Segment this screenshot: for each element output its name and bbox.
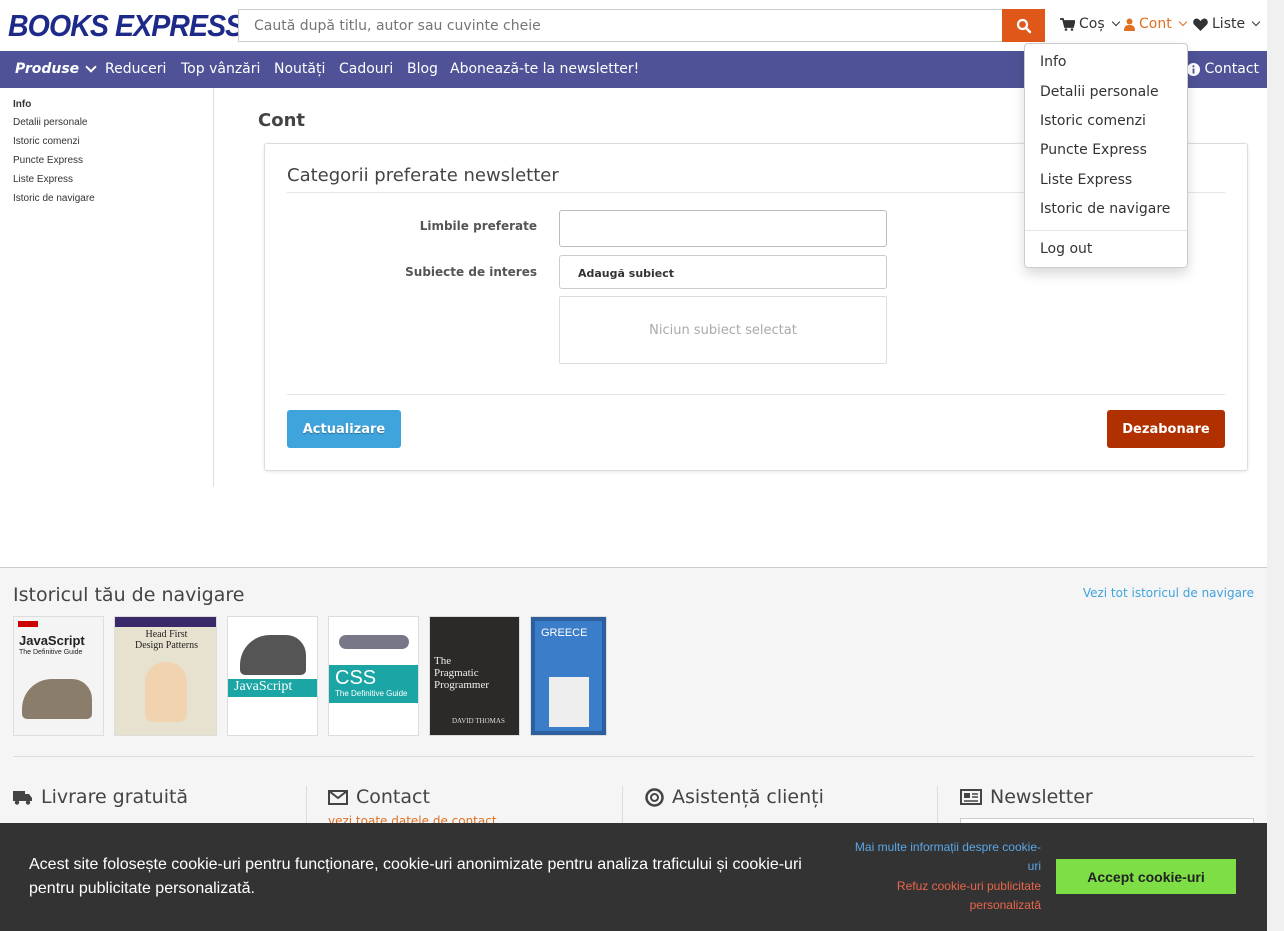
support-label: Asistență clienți (672, 786, 824, 808)
info-icon (1186, 62, 1200, 76)
book-cover-greece[interactable]: GREECE (530, 616, 607, 736)
cookie-banner: Acest site folosește cookie-uri pentru f… (0, 823, 1267, 931)
envelope-icon (328, 789, 348, 805)
chevron-down-icon (85, 61, 97, 73)
chevron-down-icon (1251, 17, 1261, 27)
account-label: Cont (1139, 16, 1172, 32)
chevron-down-icon (1111, 17, 1120, 27)
dropdown-item-logout[interactable]: Log out (1040, 241, 1092, 257)
support-heading: Asistență clienți (645, 786, 824, 808)
column-divider (937, 786, 938, 826)
nav-contact-label: Contact (1204, 61, 1259, 77)
nav-item-noutati[interactable]: Noutăți (274, 61, 325, 77)
divider (13, 756, 1254, 757)
add-subject-select[interactable]: Adaugă subiect (559, 255, 887, 289)
nav-products-label: Produse (15, 61, 80, 77)
user-icon (1124, 18, 1135, 31)
page-scrollbar[interactable] (1267, 0, 1284, 931)
search-icon (1016, 18, 1031, 33)
lists-menu[interactable]: Liste (1193, 16, 1261, 32)
nav-item-cadouri[interactable]: Cadouri (339, 61, 393, 77)
dropdown-item-browsing-history[interactable]: Istoric de navigare (1040, 201, 1170, 217)
page-title: Cont (258, 110, 305, 131)
newsletter-label: Newsletter (990, 786, 1093, 808)
column-divider (306, 786, 307, 826)
search-input[interactable] (238, 9, 1003, 42)
cookie-text: Acest site folosește cookie-uri pentru f… (29, 856, 802, 897)
dropdown-divider (1025, 230, 1187, 231)
languages-label: Limbile preferate (419, 219, 537, 233)
cookie-refuse-link[interactable]: Refuz cookie-uri publicitate personaliza… (850, 877, 1041, 915)
column-divider (622, 786, 623, 826)
account-dropdown: Info Detalii personale Istoric comenzi P… (1024, 43, 1188, 268)
selected-subjects-box: Niciun subiect selectat (559, 296, 887, 364)
book-cover-javascript[interactable]: JavaScript (227, 616, 318, 736)
nav-products[interactable]: Produse (15, 61, 97, 77)
view-all-history-link[interactable]: Vezi tot istoricul de navigare (1083, 586, 1254, 600)
lists-label: Liste (1212, 16, 1246, 32)
book-cover-js-definitive[interactable]: JavaScript The Definitive Guide (13, 616, 104, 736)
sidebar-item-express-lists[interactable]: Liste Express (13, 174, 73, 185)
sidebar-item-express-points[interactable]: Puncte Express (13, 155, 83, 166)
newsletter-heading: Newsletter (960, 786, 1093, 808)
heart-icon (1193, 17, 1208, 31)
panel-title: Categorii preferate newsletter (287, 165, 559, 186)
dropdown-item-express-points[interactable]: Puncte Express (1040, 142, 1147, 158)
accept-cookies-button[interactable]: Accept cookie-uri (1056, 859, 1236, 894)
free-delivery-heading: Livrare gratuită (13, 786, 188, 808)
dropdown-item-express-lists[interactable]: Liste Express (1040, 172, 1132, 188)
unsubscribe-button[interactable]: Dezabonare (1107, 410, 1225, 448)
dropdown-item-info[interactable]: Info (1040, 54, 1067, 70)
search-button[interactable] (1002, 9, 1045, 42)
cart-menu[interactable]: Coș (1060, 16, 1120, 32)
update-button[interactable]: Actualizare (287, 410, 401, 448)
book-cover-pragmatic-programmer[interactable]: The Pragmatic Programmer DAVID THOMAS (429, 616, 520, 736)
cookie-more-info-link[interactable]: Mai multe informații despre cookie-uri (850, 838, 1041, 876)
history-title: Istoricul tău de navigare (13, 584, 245, 606)
sidebar-item-personal-details[interactable]: Detalii personale (13, 117, 88, 128)
nav-item-newsletter[interactable]: Abonează-te la newsletter! (450, 61, 639, 77)
free-delivery-label: Livrare gratuită (41, 786, 189, 808)
nav-item-top-vanzari[interactable]: Top vânzări (181, 61, 260, 77)
lifebuoy-icon (645, 787, 664, 807)
languages-field[interactable] (559, 210, 887, 247)
account-menu[interactable]: Cont (1124, 16, 1187, 32)
no-subject-text: Niciun subiect selectat (649, 322, 797, 338)
nav-item-blog[interactable]: Blog (407, 61, 438, 77)
dropdown-item-personal-details[interactable]: Detalii personale (1040, 84, 1159, 100)
truck-icon (13, 790, 32, 805)
contact-heading: Contact (328, 786, 430, 808)
sidebar-item-browsing-history[interactable]: Istoric de navigare (13, 193, 95, 204)
dropdown-item-order-history[interactable]: Istoric comenzi (1040, 113, 1146, 129)
sidebar-item-info[interactable]: Info (13, 99, 31, 110)
nav-contact[interactable]: Contact (1186, 61, 1259, 77)
chevron-down-icon (1178, 17, 1187, 27)
account-sidebar: Info Detalii personale Istoric comenzi P… (0, 88, 214, 487)
book-cover-head-first[interactable]: Head First Design Patterns (114, 616, 217, 736)
cart-icon (1060, 17, 1075, 31)
newspaper-icon (960, 789, 982, 805)
sidebar-item-order-history[interactable]: Istoric comenzi (13, 136, 80, 147)
site-logo[interactable]: BOOKS EXPRESS (8, 8, 244, 44)
cart-label: Coș (1079, 16, 1105, 32)
divider (287, 394, 1225, 395)
nav-item-reduceri[interactable]: Reduceri (105, 61, 166, 77)
contact-footer-label: Contact (356, 786, 430, 808)
book-cover-css-definitive[interactable]: CSS The Definitive Guide (328, 616, 419, 736)
subjects-label: Subiecte de interes (405, 265, 537, 279)
